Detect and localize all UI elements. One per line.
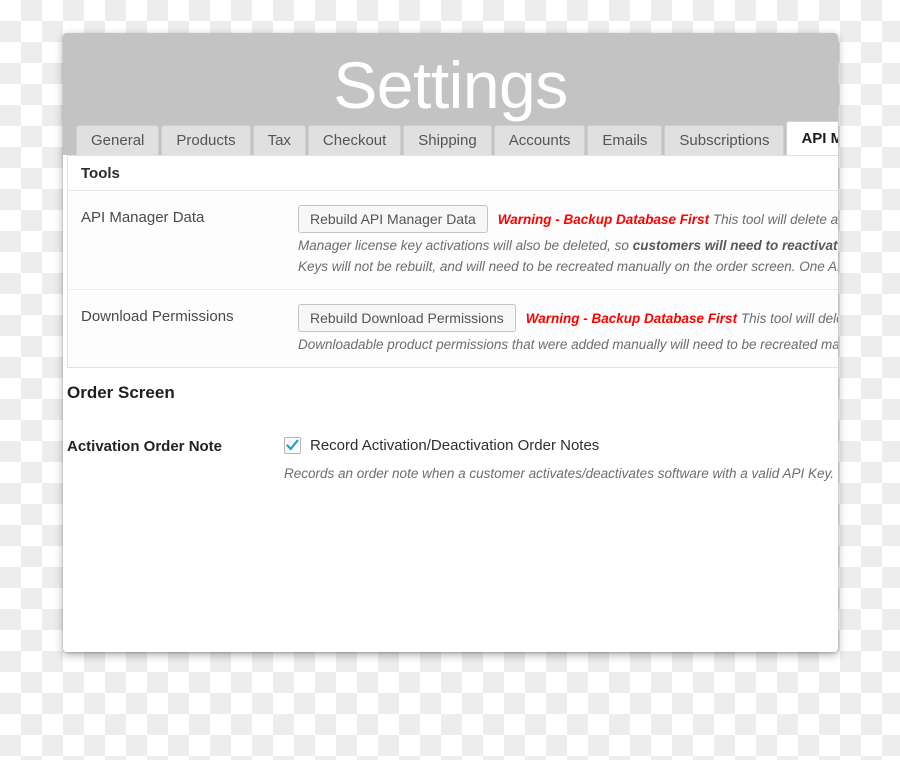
order-screen-heading: Order Screen [67, 383, 175, 402]
tools-heading: Tools [81, 164, 120, 182]
warning-label: Warning - Backup Database First [497, 211, 710, 227]
rebuild-download-permissions-button[interactable]: Rebuild Download Permissions [298, 304, 516, 332]
desc-part-a: Manager license key activations will als… [298, 238, 633, 253]
warning-label: Warning - Backup Database First [525, 310, 738, 326]
row-label-api-manager-data: API Manager Data [81, 209, 205, 226]
record-activation-order-notes-label: Record Activation/Deactivation Order Not… [310, 437, 600, 454]
settings-card: Settings General Products Tax Checkout S… [63, 33, 838, 652]
activation-order-note-checkbox-line: Record Activation/Deactivation Order Not… [284, 437, 838, 454]
tab-products[interactable]: Products [161, 125, 251, 155]
download-permissions-desc-line-2: Downloadable product permissions that we… [298, 337, 838, 352]
tab-accounts[interactable]: Accounts [493, 125, 586, 155]
api-manager-data-description: Manager license key activations will als… [298, 235, 838, 277]
tab-label: API Manager [801, 130, 838, 147]
download-permissions-desc-inline: This tool will delete and rebu [740, 310, 838, 326]
download-permissions-warning-text: Warning - Backup Database First This too… [526, 308, 838, 329]
row-body-api-manager-data: Rebuild API Manager Data Warning - Backu… [298, 205, 838, 277]
tab-subscriptions[interactable]: Subscriptions [664, 125, 785, 155]
tools-row-download-permissions: Download Permissions Rebuild Download Pe… [68, 289, 838, 367]
tab-label: Checkout [322, 132, 387, 149]
api-manager-data-desc-line-2: Manager license key activations will als… [298, 235, 838, 256]
settings-body: Tools API Manager Data Rebuild API Manag… [63, 155, 838, 652]
activation-order-note-row: Activation Order Note Record Activation/… [63, 437, 838, 481]
tab-label: Products [176, 132, 236, 149]
download-permissions-action-line: Rebuild Download Permissions Warning - B… [298, 304, 838, 332]
desc-part-b: customers will need to reactivate softwa… [632, 238, 838, 253]
tab-label: Emails [602, 132, 648, 149]
row-body-download-permissions: Rebuild Download Permissions Warning - B… [298, 304, 838, 355]
tab-label: Subscriptions [679, 132, 770, 149]
checkmark-icon [286, 439, 299, 451]
activation-order-note-description: Records an order note when a customer ac… [284, 466, 835, 481]
record-activation-order-notes-checkbox[interactable] [284, 437, 301, 454]
activation-order-note-label: Activation Order Note [67, 438, 223, 455]
tab-label: Shipping [418, 132, 477, 149]
tab-emails[interactable]: Emails [587, 125, 663, 155]
api-manager-data-warning-text: Warning - Backup Database First This too… [498, 209, 838, 230]
api-manager-data-action-line: Rebuild API Manager Data Warning - Backu… [298, 205, 838, 233]
tab-label: General [91, 132, 145, 149]
page-title: Settings [333, 48, 568, 122]
download-permissions-description: Downloadable product permissions that we… [298, 334, 838, 355]
tab-api-manager[interactable]: API Manager [786, 121, 838, 155]
tab-general[interactable]: General [76, 125, 160, 155]
tab-tax[interactable]: Tax [252, 125, 306, 155]
tab-checkout[interactable]: Checkout [307, 125, 402, 155]
tab-label: Accounts [508, 132, 571, 149]
activation-order-note-body: Record Activation/Deactivation Order Not… [284, 437, 838, 481]
tab-shipping[interactable]: Shipping [403, 125, 492, 155]
tools-row-api-manager-data: API Manager Data Rebuild API Manager Dat… [68, 191, 838, 289]
row-label-download-permissions: Download Permissions [81, 308, 234, 325]
tools-panel: Tools API Manager Data Rebuild API Manag… [67, 155, 838, 368]
tab-label: Tax [267, 132, 291, 149]
api-manager-data-desc-line-3: Keys will not be rebuilt, and will need … [298, 259, 838, 274]
settings-tab-strip: General Products Tax Checkout Shipping A… [76, 121, 838, 155]
tools-panel-header: Tools [68, 156, 838, 191]
rebuild-api-manager-data-button[interactable]: Rebuild API Manager Data [298, 205, 488, 233]
api-manager-data-desc-inline: This tool will delete and rebuild a [712, 211, 838, 227]
